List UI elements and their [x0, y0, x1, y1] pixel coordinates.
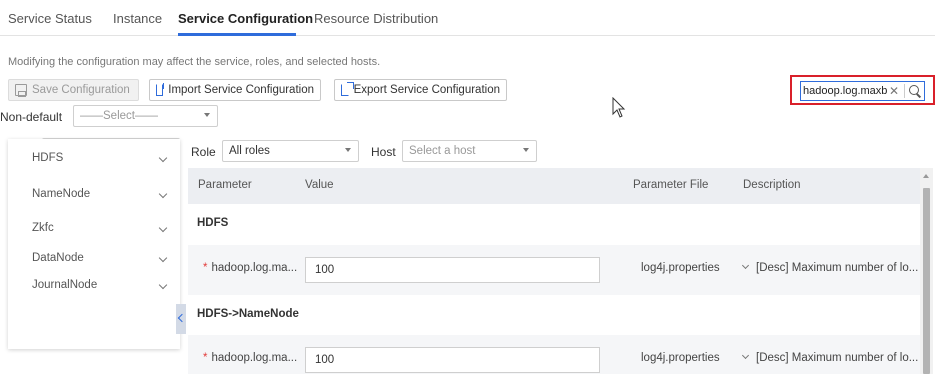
description-text: [Desc] Maximum number of lo...: [756, 352, 919, 364]
search-field: ✕: [800, 81, 925, 101]
group-name: HDFS->NameNode: [197, 308, 299, 320]
nondefault-label: Non-default: [0, 110, 63, 124]
scrollbar-thumb[interactable]: [923, 188, 930, 374]
table-row: * hadoop.log.ma... 100 log4j.properties […: [188, 335, 920, 374]
import-icon: [156, 83, 165, 96]
value-input[interactable]: 100: [305, 347, 600, 373]
nondefault-select[interactable]: ——Select——: [73, 105, 218, 127]
chevron-down-icon: [345, 148, 351, 152]
tab-instance[interactable]: Instance: [113, 11, 162, 26]
parameter-name: * hadoop.log.ma...: [203, 262, 297, 274]
chevron-down-icon: [523, 148, 529, 152]
search-highlight: ✕: [790, 75, 935, 105]
export-service-configuration-button[interactable]: Export Service Configuration: [334, 79, 507, 101]
tree-item-label: HDFS: [32, 152, 64, 164]
tab-resource-distribution[interactable]: Resource Distribution: [314, 11, 438, 26]
parameter-name-text: hadoop.log.ma...: [211, 352, 298, 364]
tree-item-namenode[interactable]: NameNode: [8, 185, 180, 205]
table-row: * hadoop.log.ma... 100 log4j.properties […: [188, 245, 920, 295]
required-marker: *: [203, 262, 208, 274]
chevron-down-icon: [204, 113, 210, 117]
table-scrollbar[interactable]: [920, 168, 933, 374]
tree-item-hdfs[interactable]: HDFS: [8, 149, 180, 169]
tab-service-configuration[interactable]: Service Configuration: [178, 11, 313, 26]
clear-icon[interactable]: ✕: [887, 84, 901, 98]
export-label: Export Service Configuration: [353, 84, 500, 96]
host-select-placeholder: Select a host: [409, 145, 476, 157]
save-icon: [15, 84, 27, 97]
parameter-name-text: hadoop.log.ma...: [211, 262, 298, 274]
value-input[interactable]: 100: [305, 257, 600, 283]
tree-item-zkfc[interactable]: Zkfc: [8, 219, 180, 239]
chevron-down-icon: [741, 351, 750, 360]
tree-item-journalnode[interactable]: JournalNode: [8, 276, 180, 296]
config-notice: Modifying the configuration may affect t…: [8, 56, 381, 68]
tab-bar: Service Status Instance Service Configur…: [0, 0, 935, 36]
host-label: Host: [371, 145, 396, 159]
export-icon: [341, 82, 354, 96]
description[interactable]: [Desc] Maximum number of lo...: [741, 351, 919, 364]
role-select-value: All roles: [229, 145, 270, 157]
column-header-parameter: Parameter: [198, 179, 252, 191]
parameter-name: * hadoop.log.ma...: [203, 352, 297, 364]
parameter-file: log4j.properties: [641, 262, 720, 274]
tab-service-status[interactable]: Service Status: [8, 11, 92, 26]
scroll-up-icon[interactable]: [923, 174, 929, 178]
role-select[interactable]: All roles: [222, 140, 359, 162]
chevron-down-icon: [158, 223, 168, 233]
chevron-down-icon: [741, 261, 750, 270]
column-header-parameter-file: Parameter File: [633, 179, 709, 191]
tree-item-label: DataNode: [32, 252, 84, 264]
tree-item-label: NameNode: [32, 188, 91, 200]
import-service-configuration-button[interactable]: Import Service Configuration: [149, 79, 321, 101]
description[interactable]: [Desc] Maximum number of lo...: [741, 261, 919, 274]
group-row: HDFS->NameNode: [188, 296, 920, 334]
host-select[interactable]: Select a host: [402, 140, 537, 162]
required-marker: *: [203, 352, 208, 364]
active-tab-indicator: [178, 33, 296, 36]
chevron-down-icon: [158, 153, 168, 163]
nondefault-select-value: ——Select——: [80, 110, 158, 122]
table-header: Parameter Value Parameter File Descripti…: [188, 168, 920, 204]
description-text: [Desc] Maximum number of lo...: [756, 262, 919, 274]
chevron-down-icon: [158, 280, 168, 290]
role-tree: HDFS NameNode Zkfc DataNode JournalNode: [8, 139, 180, 349]
column-header-value: Value: [305, 179, 334, 191]
parameter-file: log4j.properties: [641, 352, 720, 364]
save-configuration-label: Save Configuration: [32, 84, 130, 96]
tree-item-datanode[interactable]: DataNode: [8, 249, 180, 269]
chevron-down-icon: [158, 189, 168, 199]
search-divider: [904, 84, 905, 98]
tree-item-label: Zkfc: [32, 222, 54, 234]
collapse-panel-button[interactable]: [176, 304, 186, 334]
search-icon[interactable]: [908, 84, 922, 98]
tree-item-label: JournalNode: [32, 279, 98, 291]
chevron-down-icon: [158, 253, 168, 263]
group-row: HDFS: [188, 205, 920, 243]
search-input[interactable]: [801, 85, 887, 97]
import-label: Import Service Configuration: [168, 84, 314, 96]
column-header-description: Description: [743, 179, 801, 191]
role-label: Role: [191, 145, 216, 159]
save-configuration-button[interactable]: Save Configuration: [8, 79, 139, 101]
mouse-cursor-icon: [612, 97, 626, 118]
group-name: HDFS: [197, 217, 229, 229]
